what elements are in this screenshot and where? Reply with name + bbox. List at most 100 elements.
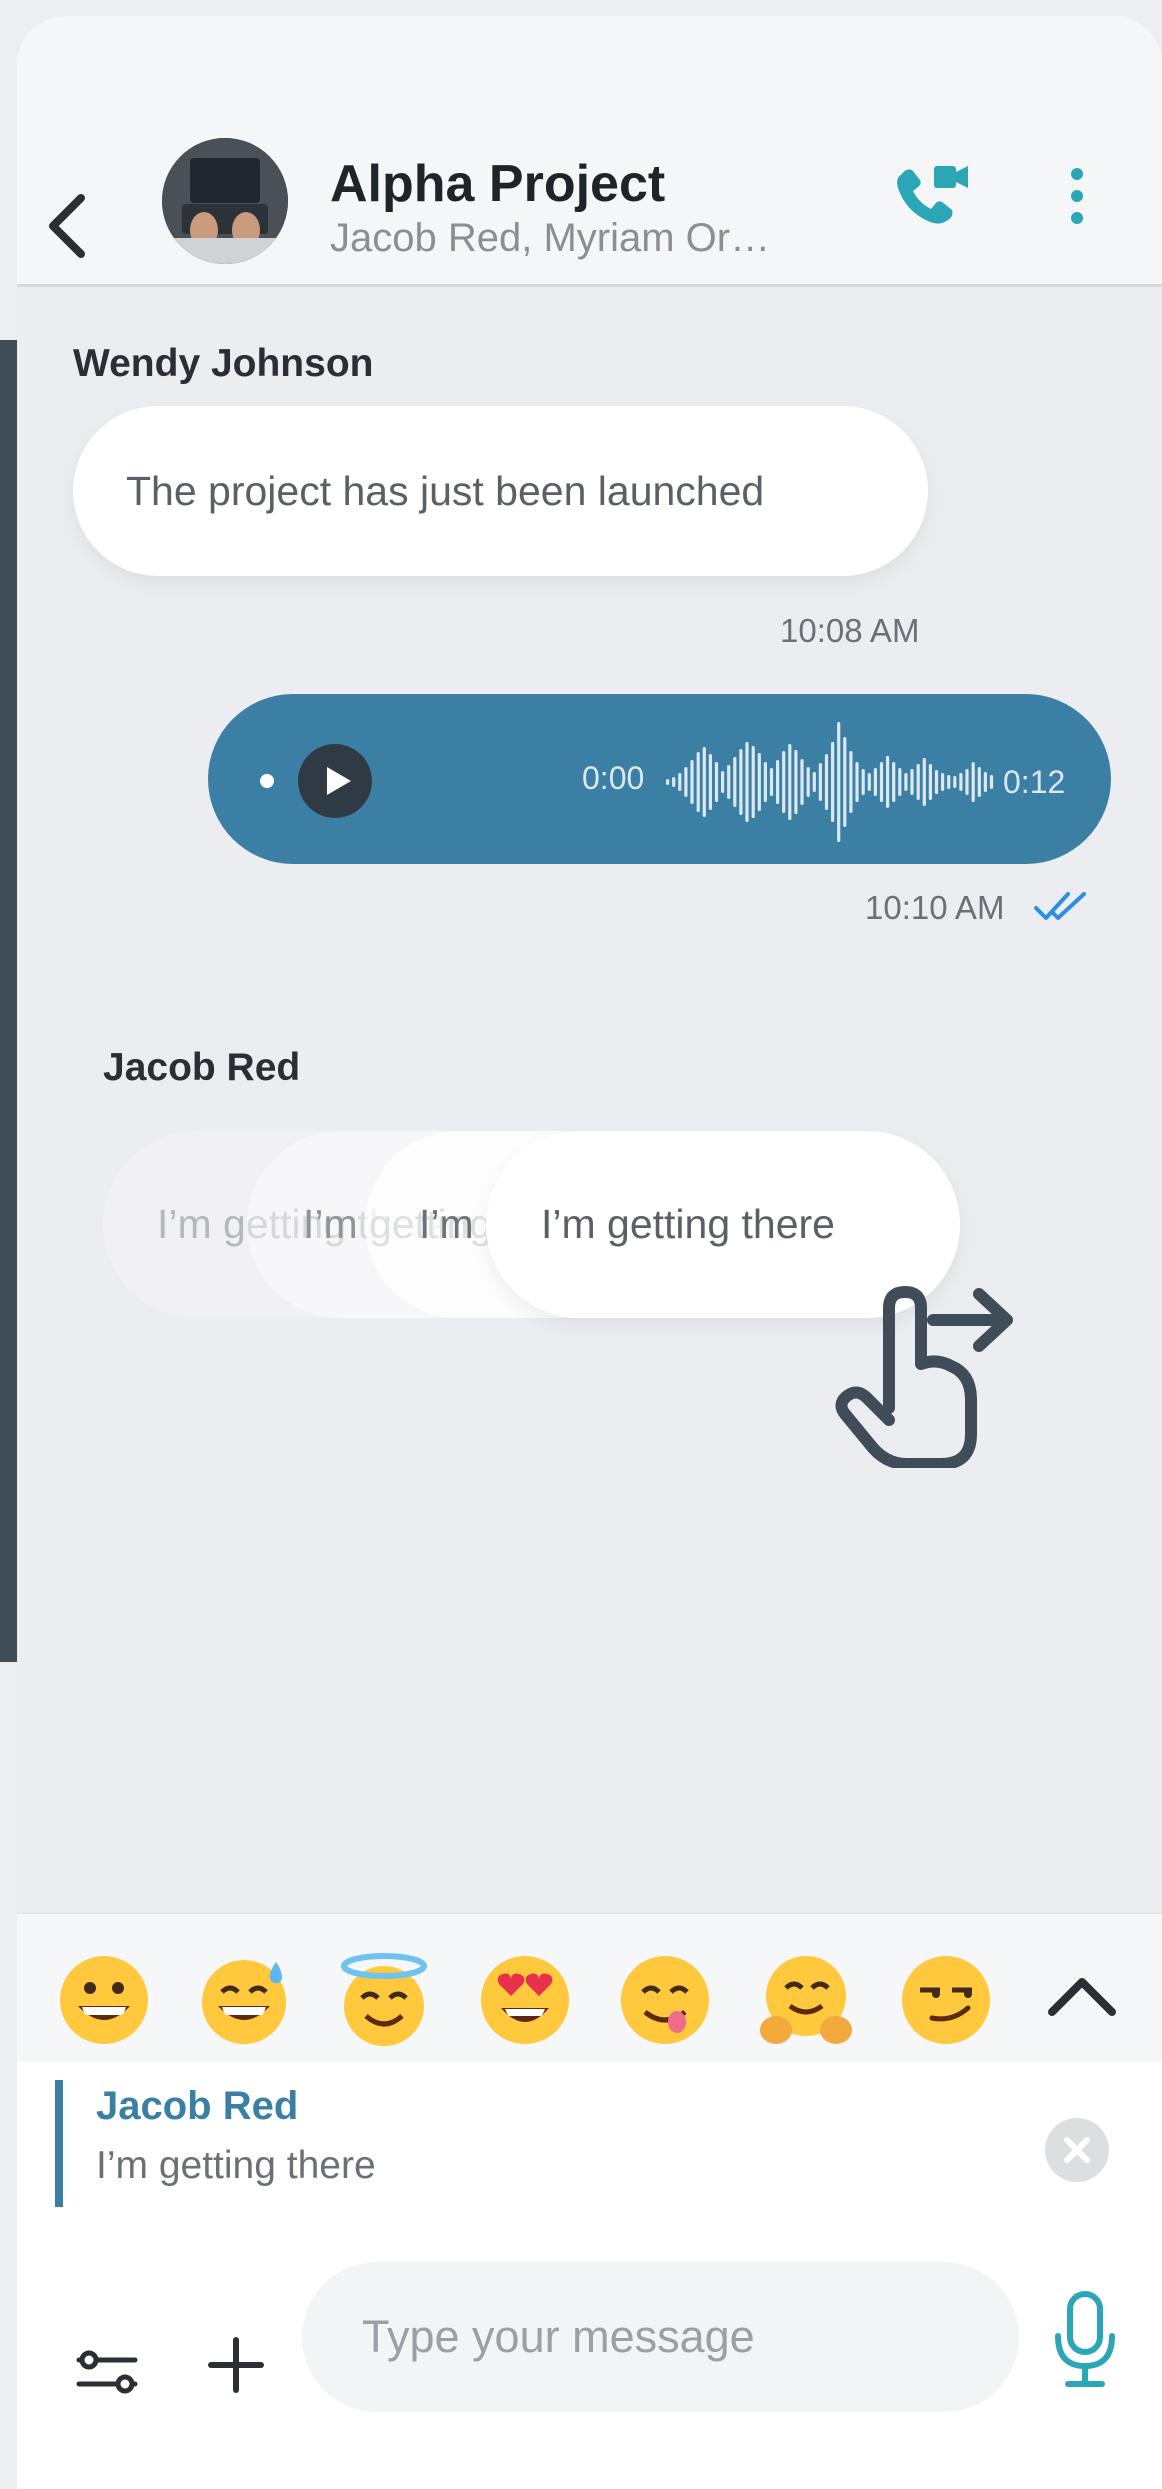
waveform-bar [672,777,676,787]
waveform-bar [708,754,712,810]
waveform-bar [922,758,926,806]
chat-screen: Alpha Project Jacob Red, Myriam Or… Wend… [17,16,1162,2489]
voice-message-bubble: 0:00 0:12 [208,694,1111,864]
waveform-bar [721,771,725,793]
add-attachment-button[interactable] [207,2336,265,2394]
message-time: 10:10 AM [865,889,1005,926]
waveform-bar [898,768,902,796]
waveform-bar [800,759,804,805]
waveform-bar [965,769,969,795]
more-options-button[interactable] [1057,156,1097,236]
waveform-bar [696,752,700,812]
message-bubble[interactable]: The project has just been launched [73,406,928,576]
waveform-bar [916,764,920,800]
play-icon [327,767,351,795]
waveform-bar [776,760,780,804]
waveform-bar [690,760,694,804]
waveform-bar [947,775,951,789]
waveform-bar [818,763,822,801]
double-check-icon [1034,892,1086,920]
reply-text: I’m getting there [96,2144,376,2187]
message-sender: Jacob Red [103,1046,301,1089]
waveform-bar [934,770,939,794]
waveform-bar [751,746,755,818]
waveform-bar [910,769,914,795]
waveform-bar [727,765,731,799]
waveform-bar [733,757,737,807]
microphone-icon [1055,2291,1115,2387]
input-settings-button[interactable] [75,2340,139,2404]
waveform-bar [928,764,932,800]
waveform-bar [861,769,865,795]
voice-elapsed: 0:00 [582,760,645,796]
close-icon [1064,2137,1090,2163]
waveform-bar [788,744,792,820]
grinning-face-icon[interactable] [56,1952,152,2048]
smiling-face-with-heart-eyes-icon[interactable] [477,1952,573,2048]
waveform-bar [941,773,945,791]
waveform-bar [763,762,767,802]
waveform-bar [983,772,987,792]
waveform-bar [684,767,688,797]
waveform-bar [666,779,670,785]
waveform-bar [971,762,975,802]
more-vertical-icon [1071,168,1083,224]
call-button[interactable] [892,156,972,236]
waveform-bar [757,753,761,811]
waveform-bar [837,722,841,842]
smiling-face-with-halo-icon[interactable] [336,1952,432,2048]
waveform-bar [873,768,877,796]
message-sender: Wendy Johnson [73,342,374,385]
avatar[interactable] [162,138,288,264]
chat-title: Alpha Project [330,155,666,213]
hugging-face-icon[interactable] [758,1952,854,2048]
voice-record-button[interactable] [1050,2290,1120,2390]
waveform-bar [812,772,816,792]
waveform-bar [794,750,798,814]
reply-preview: Jacob Red I’m getting there [17,2062,1162,2262]
play-button[interactable] [298,744,372,818]
waveform-bar [678,773,682,791]
emoji-reaction-bar [17,1912,1162,2064]
message-composer [17,2262,1162,2489]
message-time: 10:08 AM [780,612,920,649]
voice-duration: 0:12 [1003,764,1066,800]
waveform-bar [989,775,994,789]
waveform-bar [714,762,719,802]
playback-dot [260,774,274,788]
waveform-bar [739,749,743,815]
waveform-bar [879,762,884,802]
waveform-bar [904,773,908,791]
waveform-bar [806,767,810,797]
laptop-photo-icon [162,138,288,264]
expand-emoji-button[interactable] [1042,1966,1122,2026]
message-text: I’m getting there [541,1201,835,1247]
video-call-icon [897,166,968,224]
message-input[interactable] [302,2262,1019,2412]
waveform-bar [769,768,774,796]
reply-accent-bar [55,2080,63,2207]
waveform-bar [849,751,853,813]
waveform-bar [824,754,829,810]
face-savoring-food-icon[interactable] [617,1952,713,2048]
waveform-bar [831,742,835,822]
side-panel-edge [0,340,17,1662]
chevron-up-icon [1048,1978,1116,2016]
reply-sender: Jacob Red [96,2084,299,2128]
waveform-bar [959,773,963,791]
waveform-bar [867,773,871,791]
chat-header: Alpha Project Jacob Red, Myriam Or… [17,16,1162,287]
swipe-gesture-icon [835,1286,1013,1468]
smirking-face-icon[interactable] [898,1952,994,2048]
waveform-bar [977,767,981,797]
waveform-bar [745,742,749,822]
chat-participants: Jacob Red, Myriam Or… [330,216,771,260]
waveform-bar [702,747,706,817]
back-button[interactable] [37,186,97,266]
waveform-bar [782,751,786,813]
waveform-bar [843,737,847,827]
waveform-bar [886,756,890,808]
grinning-face-with-sweat-icon[interactable] [196,1952,292,2048]
waveform[interactable] [666,712,996,852]
cancel-reply-button[interactable] [1045,2118,1109,2182]
